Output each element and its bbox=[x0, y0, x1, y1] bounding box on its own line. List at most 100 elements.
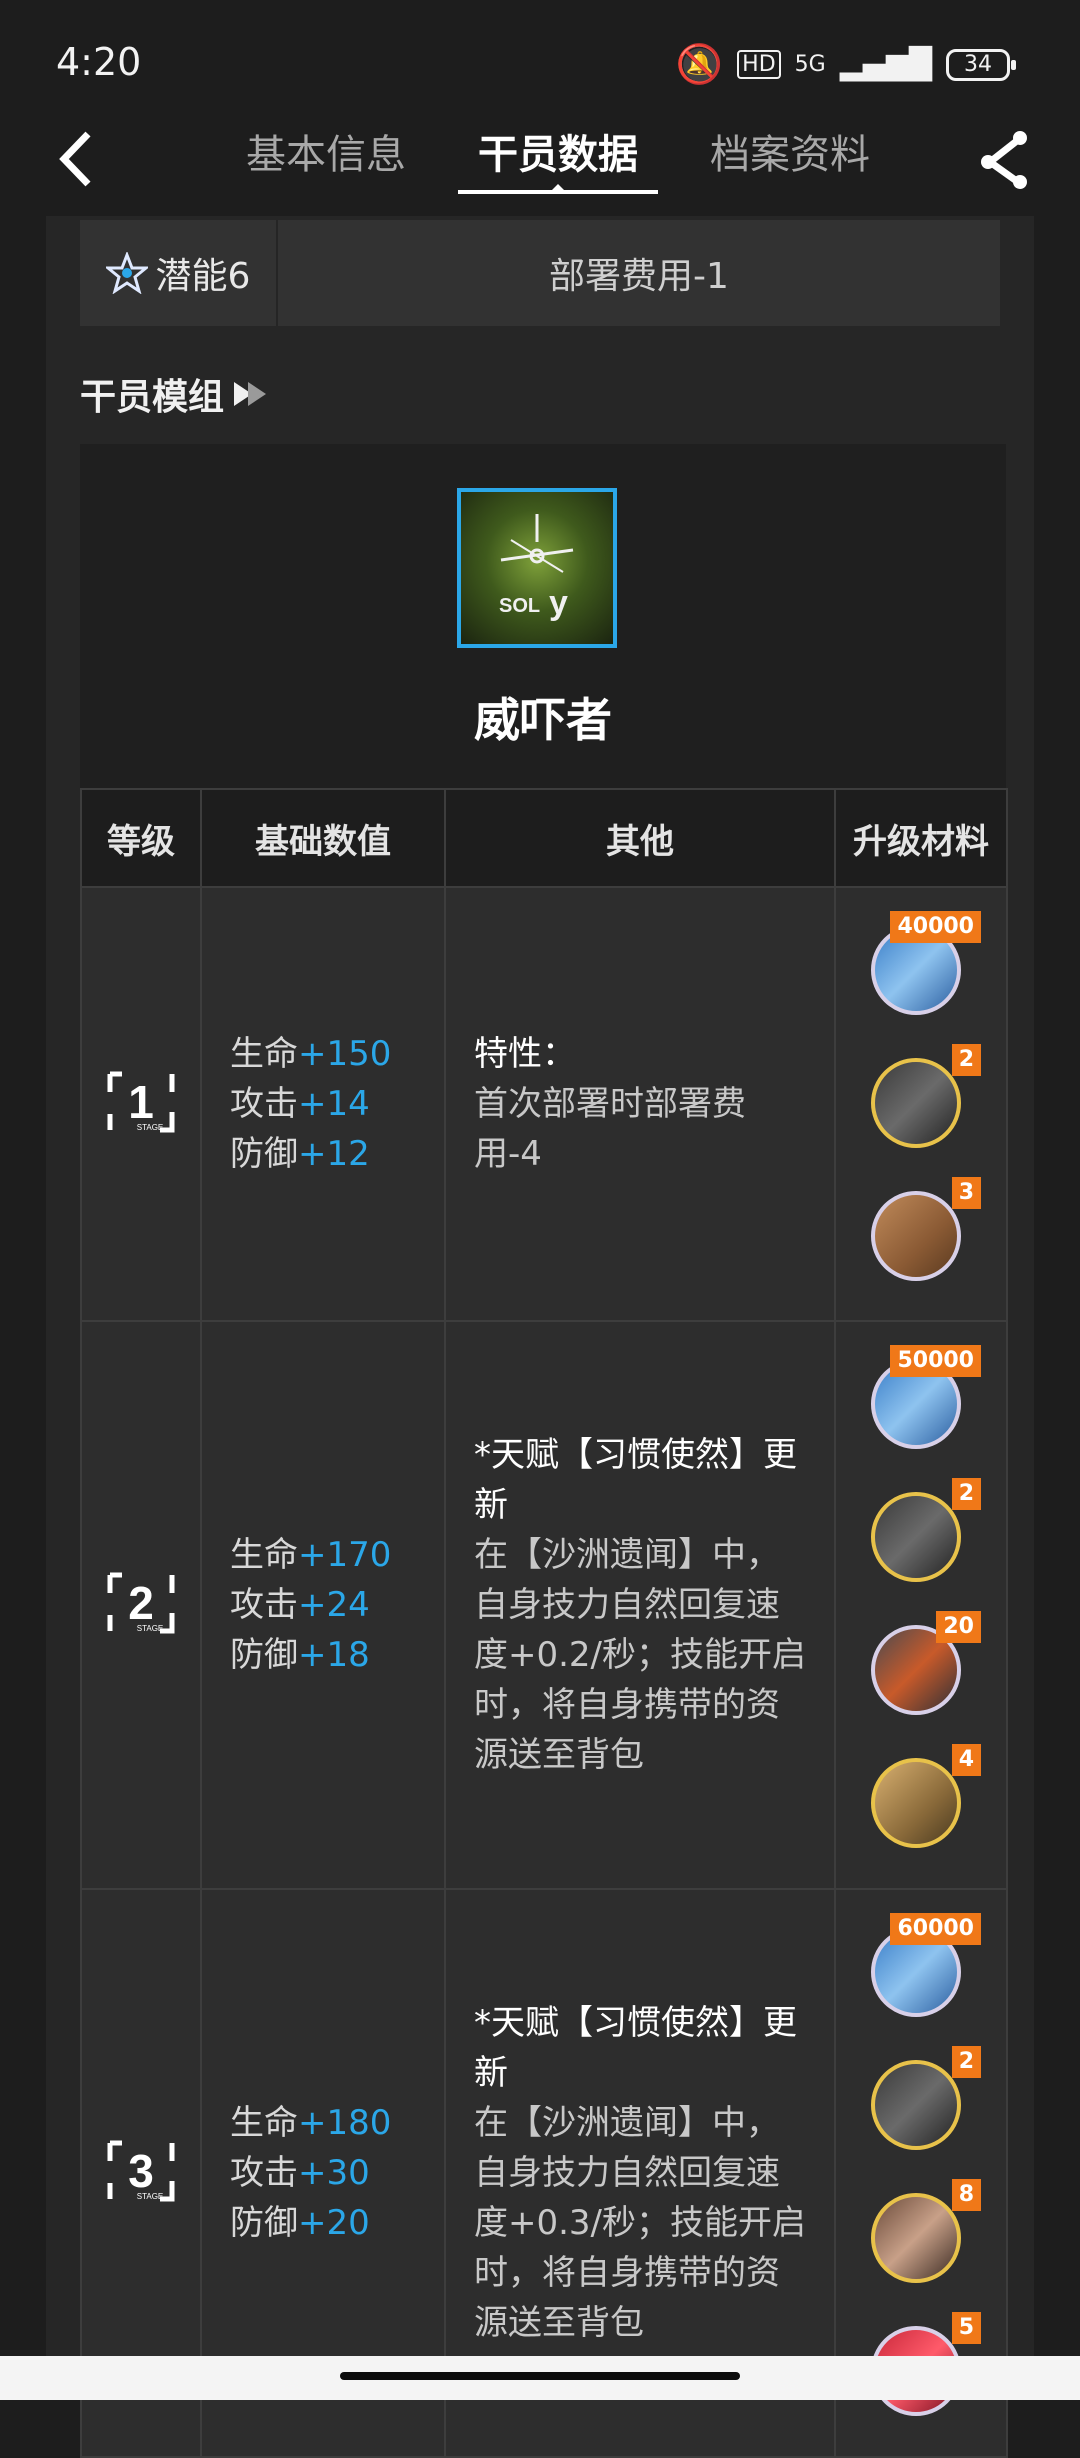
atk-value: +30 bbox=[298, 2153, 370, 2193]
chevron-left-icon bbox=[59, 131, 91, 187]
hp-value: +170 bbox=[298, 1535, 392, 1575]
top-nav: 基本信息 干员数据 档案资料 bbox=[0, 110, 1080, 210]
potential-row: 潜能6 部署费用-1 bbox=[80, 220, 1000, 326]
atk-label: 攻击 bbox=[230, 1084, 298, 1124]
stage-cell: 1 STAGE bbox=[80, 886, 202, 1322]
material-count: 50000 bbox=[890, 1345, 981, 1377]
module-section-label: 干员模组 bbox=[80, 377, 225, 418]
material-count: 20 bbox=[936, 1611, 981, 1643]
hp-value: +180 bbox=[298, 2103, 392, 2143]
materials-cell: 50000 2 20 4 bbox=[834, 1320, 1008, 1890]
tab-archive[interactable]: 档案资料 bbox=[674, 110, 906, 200]
material-item[interactable]: 60000 bbox=[871, 1913, 981, 2019]
material-item[interactable]: 2 bbox=[871, 1478, 981, 1584]
status-icons: 🔕 HD 5G ▂▄▆█ 34 bbox=[675, 42, 1016, 87]
other-text: 在【沙洲遗闻】中，自身技力自然回复速度+0.2/秒；技能开启时，将自身携带的资源… bbox=[474, 1535, 807, 1775]
table-row: 1 STAGE 生命+150 攻击+14 防御+12 特性： 首次部署时部署费用… bbox=[80, 886, 1008, 1322]
hd-icon: HD bbox=[737, 50, 781, 79]
def-value: +18 bbox=[298, 1635, 370, 1675]
def-value: +12 bbox=[298, 1134, 370, 1174]
hp-label: 生命 bbox=[230, 2103, 298, 2143]
status-time: 4:20 bbox=[56, 40, 142, 84]
material-item[interactable]: 50000 bbox=[871, 1345, 981, 1451]
module-icon-letter: y bbox=[549, 584, 568, 622]
material-item[interactable]: 20 bbox=[871, 1611, 981, 1717]
share-button[interactable] bbox=[976, 124, 1036, 194]
module-data-chip-icon bbox=[871, 2060, 961, 2150]
potential-label: 潜能6 bbox=[80, 220, 278, 326]
base-stats-cell: 生命+150 攻击+14 防御+12 bbox=[200, 886, 446, 1322]
atk-value: +24 bbox=[298, 1585, 370, 1625]
stage-number: 1 bbox=[128, 1076, 154, 1128]
def-label: 防御 bbox=[230, 1635, 298, 1675]
other-cell: *天赋【习惯使然】更新 在【沙洲遗闻】中，自身技力自然回复速度+0.2/秒；技能… bbox=[444, 1320, 836, 1890]
module-icon[interactable]: SOL y bbox=[457, 488, 617, 648]
mute-icon: 🔕 bbox=[675, 42, 724, 86]
stage-3-icon: 3 STAGE bbox=[107, 2140, 175, 2202]
stage-number: 2 bbox=[128, 1577, 154, 1629]
def-label: 防御 bbox=[230, 1134, 298, 1174]
material-count: 8 bbox=[951, 2179, 981, 2211]
potential-text: 潜能6 bbox=[155, 256, 251, 297]
header-materials: 升级材料 bbox=[834, 788, 1008, 888]
def-value: +20 bbox=[298, 2203, 370, 2243]
hp-label: 生命 bbox=[230, 1034, 298, 1074]
module-stats-table: 等级 基础数值 其他 升级材料 1 STAGE 生命+150 攻击+14 防御+… bbox=[80, 788, 1008, 2458]
module-card: SOL y 威吓者 bbox=[80, 444, 1006, 792]
material-count: 60000 bbox=[890, 1913, 981, 1945]
material-item[interactable]: 3 bbox=[871, 1176, 981, 1283]
signal-icon: ▂▄▆█ bbox=[839, 47, 932, 82]
material-count: 2 bbox=[951, 1043, 981, 1076]
material-count: 3 bbox=[951, 1176, 981, 1209]
material-count: 2 bbox=[951, 2046, 981, 2078]
other-title: *天赋【习惯使然】更新 bbox=[474, 1435, 797, 1525]
material-item[interactable]: 2 bbox=[871, 2046, 981, 2152]
material-item[interactable]: 40000 bbox=[871, 910, 981, 1017]
home-indicator[interactable] bbox=[340, 2372, 740, 2380]
paper-material-icon bbox=[871, 2193, 961, 2283]
battery-icon: 34 bbox=[946, 48, 1016, 81]
table-row: 2 STAGE 生命+170 攻击+24 防御+18 *天赋【习惯使然】更新 在… bbox=[80, 1320, 1008, 1890]
potential-value: 部署费用-1 bbox=[549, 256, 729, 297]
base-stats-cell: 生命+170 攻击+24 防御+18 bbox=[200, 1320, 446, 1890]
stage-label: STAGE bbox=[137, 1123, 164, 1132]
stage-label: STAGE bbox=[137, 2192, 164, 2201]
stage-label: STAGE bbox=[137, 1624, 164, 1633]
material-item[interactable]: 4 bbox=[871, 1744, 981, 1850]
tab-basic-info[interactable]: 基本信息 bbox=[210, 110, 442, 200]
hp-label: 生命 bbox=[230, 1535, 298, 1575]
tab-operator-data[interactable]: 干员数据 bbox=[442, 110, 674, 200]
status-bar: 4:20 🔕 HD 5G ▂▄▆█ 34 bbox=[0, 0, 1080, 120]
orirock-cluster-icon bbox=[871, 1190, 961, 1281]
module-section-title[interactable]: 干员模组 bbox=[80, 368, 272, 420]
module-name: 威吓者 bbox=[474, 693, 612, 747]
material-count: 5 bbox=[951, 2312, 981, 2344]
atk-label: 攻击 bbox=[230, 2153, 298, 2193]
back-button[interactable] bbox=[50, 124, 110, 194]
atk-label: 攻击 bbox=[230, 1585, 298, 1625]
header-other: 其他 bbox=[444, 788, 836, 888]
module-data-chip-icon bbox=[871, 1057, 961, 1148]
tab-bar: 基本信息 干员数据 档案资料 bbox=[210, 110, 906, 200]
stage-1-icon: 1 STAGE bbox=[107, 1071, 175, 1133]
header-base-stats: 基础数值 bbox=[200, 788, 446, 888]
material-item[interactable]: 2 bbox=[871, 1043, 981, 1150]
def-label: 防御 bbox=[230, 2203, 298, 2243]
materials-cell: 40000 2 3 bbox=[834, 886, 1008, 1322]
manganese-material-icon bbox=[871, 1758, 961, 1848]
material-count: 40000 bbox=[890, 910, 981, 943]
header-level: 等级 bbox=[80, 788, 202, 888]
table-header-row: 等级 基础数值 其他 升级材料 bbox=[80, 788, 1008, 888]
module-data-chip-icon bbox=[871, 1492, 961, 1582]
atk-value: +14 bbox=[298, 1084, 370, 1124]
stage-number: 3 bbox=[128, 2145, 154, 2197]
material-count: 2 bbox=[951, 1478, 981, 1510]
potential-star-icon bbox=[105, 252, 148, 294]
other-text: 首次部署时部署费用-4 bbox=[474, 1084, 746, 1174]
hp-value: +150 bbox=[298, 1034, 392, 1074]
module-icon-text: SOL bbox=[499, 595, 540, 617]
material-item[interactable]: 8 bbox=[871, 2179, 981, 2285]
stage-cell: 2 STAGE bbox=[80, 1320, 202, 1890]
double-arrow-icon bbox=[234, 382, 267, 406]
other-text: 在【沙洲遗闻】中，自身技力自然回复速度+0.3/秒；技能开启时，将自身携带的资源… bbox=[474, 2103, 807, 2343]
